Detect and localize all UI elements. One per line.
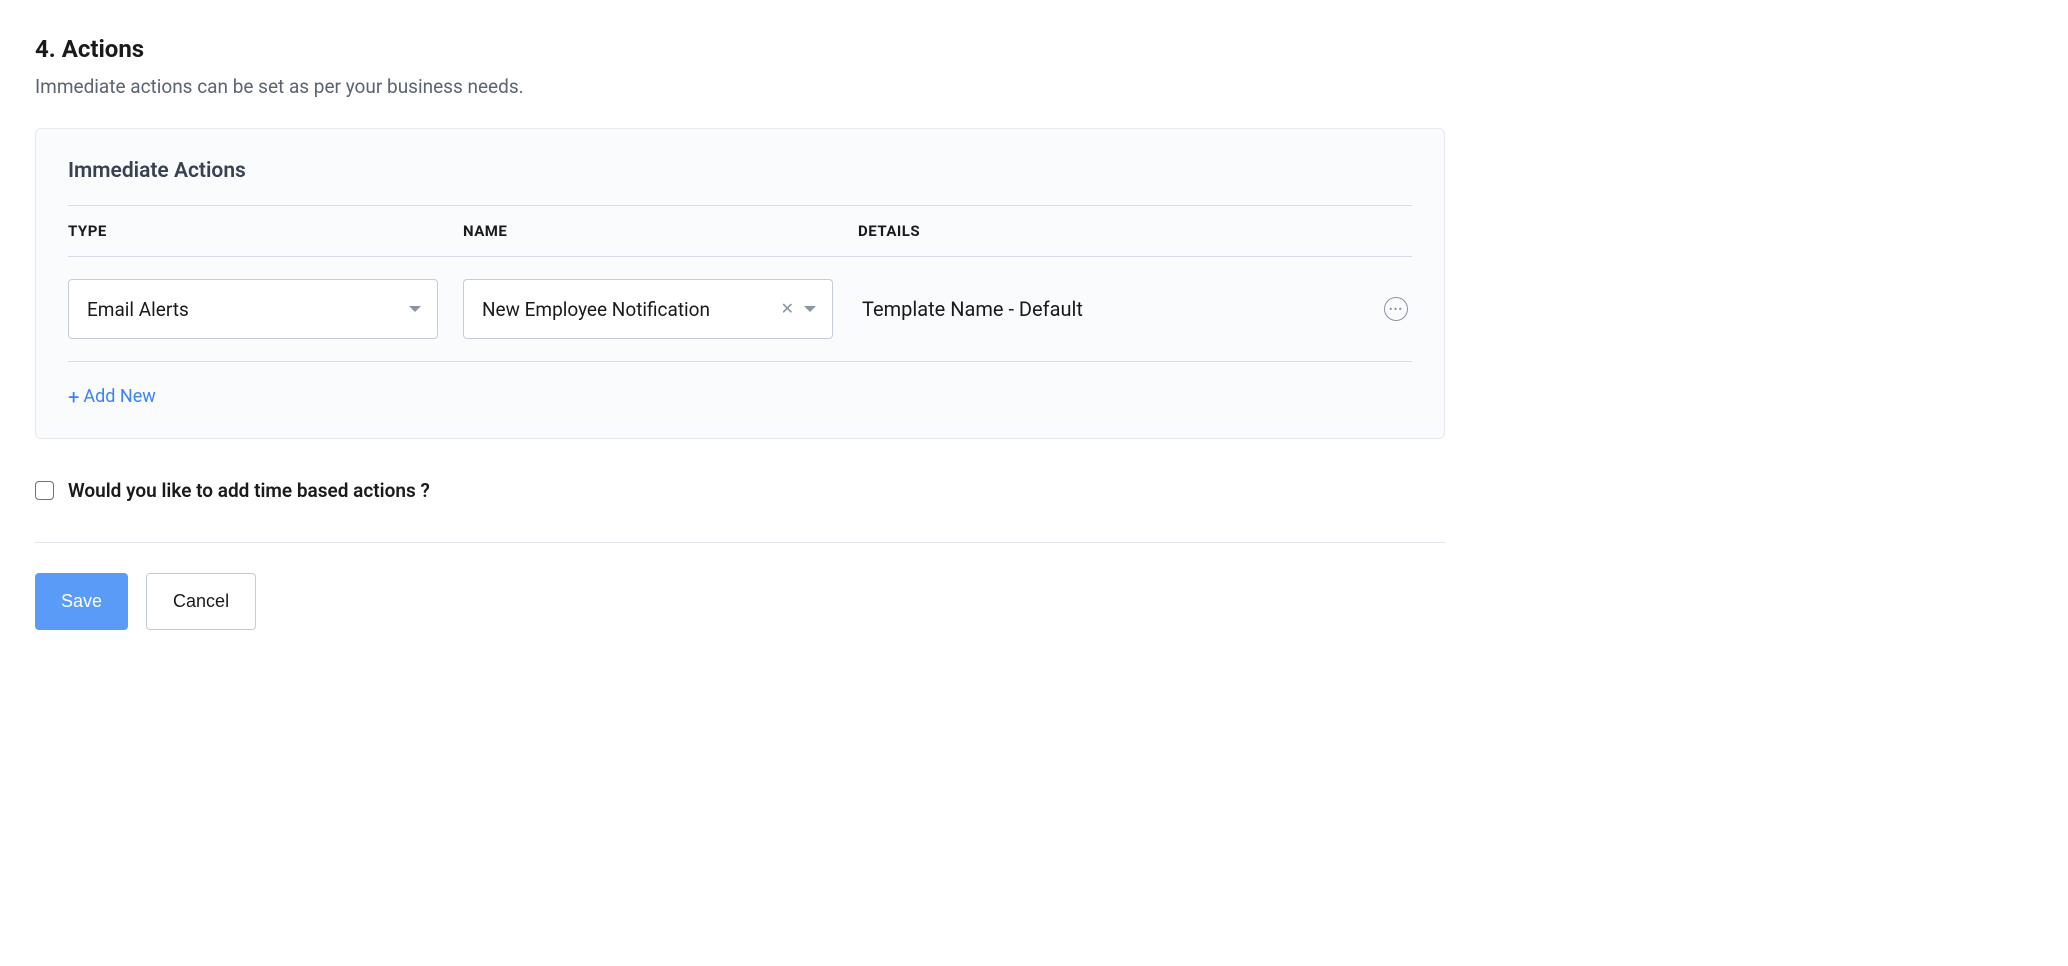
close-icon[interactable]: ✕ — [781, 301, 794, 317]
cancel-button[interactable]: Cancel — [146, 573, 256, 630]
name-select-value: New Employee Notification — [482, 298, 710, 321]
more-horizontal-icon: ••• — [1389, 304, 1403, 315]
plus-icon: + — [68, 387, 79, 407]
section-title: 4. Actions — [35, 35, 2033, 63]
type-select[interactable]: Email Alerts — [68, 279, 438, 339]
column-header-type: TYPE — [68, 222, 463, 240]
column-header-details: DETAILS — [858, 222, 1412, 240]
column-header-name: NAME — [463, 222, 858, 240]
type-select-value: Email Alerts — [87, 298, 189, 321]
actions-table: TYPE NAME DETAILS Email Alerts New Emplo… — [68, 205, 1412, 362]
time-based-label: Would you like to add time based actions… — [68, 479, 430, 502]
name-select[interactable]: New Employee Notification ✕ — [463, 279, 833, 339]
add-new-label: Add New — [83, 386, 155, 407]
button-row: Save Cancel — [35, 573, 2033, 630]
table-header: TYPE NAME DETAILS — [68, 205, 1412, 257]
save-button[interactable]: Save — [35, 573, 128, 630]
divider — [35, 542, 1445, 543]
panel-title: Immediate Actions — [68, 159, 1412, 183]
details-text: Template Name - Default — [858, 297, 1083, 321]
table-row: Email Alerts New Employee Notification ✕… — [68, 257, 1412, 362]
time-based-checkbox[interactable] — [35, 481, 54, 500]
row-actions: ••• — [1384, 297, 1412, 321]
cell-name: New Employee Notification ✕ — [463, 279, 858, 339]
chevron-down-icon — [409, 306, 421, 312]
section-subtitle: Immediate actions can be set as per your… — [35, 75, 2033, 98]
cell-details: Template Name - Default ••• — [858, 297, 1412, 321]
chevron-down-icon — [804, 306, 816, 312]
add-new-button[interactable]: + Add New — [68, 386, 156, 407]
time-based-checkbox-row: Would you like to add time based actions… — [35, 479, 2033, 502]
immediate-actions-panel: Immediate Actions TYPE NAME DETAILS Emai… — [35, 128, 1445, 439]
more-options-button[interactable]: ••• — [1384, 297, 1408, 321]
cell-type: Email Alerts — [68, 279, 463, 339]
